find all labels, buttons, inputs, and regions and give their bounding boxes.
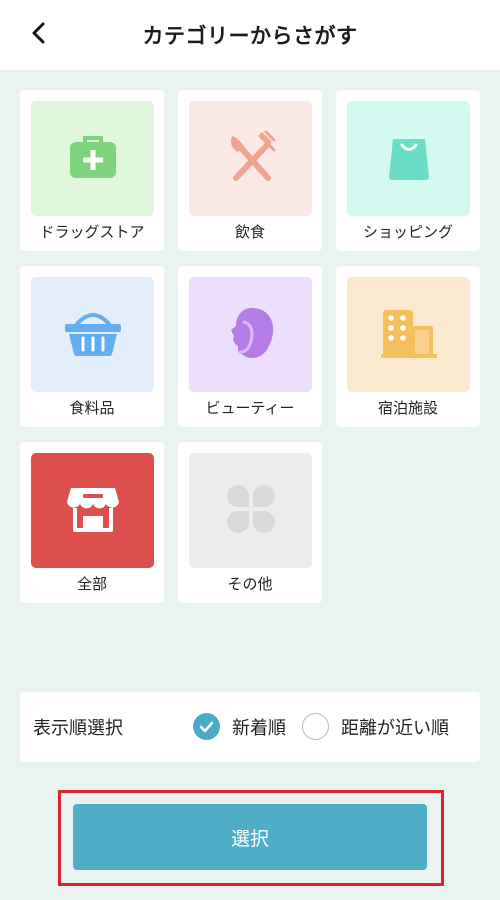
category-label: ショッピング <box>362 223 453 241</box>
category-card-groceries[interactable]: 食料品 <box>20 266 164 427</box>
hotel-building-icon <box>380 308 437 362</box>
category-card-drugstore[interactable]: ドラッグストア <box>20 90 164 251</box>
category-tile <box>347 277 470 392</box>
shopping-bag-icon <box>386 133 432 185</box>
category-card-accommodation[interactable]: 宿泊施設 <box>336 266 480 427</box>
page-title: カテゴリーからさがす <box>142 24 358 48</box>
category-tile <box>31 101 154 216</box>
medical-kit-icon <box>68 134 118 184</box>
category-card-other[interactable]: その他 <box>178 442 322 603</box>
category-card-food-drink[interactable]: 飲食 <box>178 90 322 251</box>
checkmark-icon <box>193 713 220 744</box>
category-label: 飲食 <box>234 223 265 241</box>
category-label: 食料品 <box>69 399 115 417</box>
category-tile <box>189 453 312 568</box>
category-tile <box>189 101 312 216</box>
sort-newest-radio[interactable] <box>193 713 220 740</box>
sort-nearest-radio[interactable] <box>302 713 329 740</box>
category-label: ドラッグストア <box>39 223 145 241</box>
beauty-face-icon <box>226 306 276 364</box>
category-label: ビューティー <box>205 399 295 417</box>
sort-newest-label[interactable]: 新着順 <box>232 714 286 740</box>
sort-nearest-label[interactable]: 距離が近い順 <box>341 714 449 740</box>
sort-order-label: 表示順選択 <box>33 718 123 739</box>
category-card-shopping[interactable]: ショッピング <box>336 90 480 251</box>
sort-order-panel: 表示順選択 新着順 距離が近い順 <box>20 692 480 762</box>
storefront-icon <box>66 484 119 538</box>
category-label: 宿泊施設 <box>377 399 438 417</box>
select-button[interactable]: 選択 <box>73 804 427 870</box>
category-tile <box>31 453 154 568</box>
category-label: その他 <box>227 575 273 593</box>
category-tile <box>31 277 154 392</box>
category-tile <box>189 277 312 392</box>
category-card-beauty[interactable]: ビューティー <box>178 266 322 427</box>
category-card-all[interactable]: 全部 <box>20 442 164 603</box>
category-tile <box>347 101 470 216</box>
header: カテゴリーからさがす <box>0 0 500 70</box>
fork-knife-icon <box>224 130 278 188</box>
basket-icon <box>63 308 123 362</box>
four-petal-icon <box>226 484 276 538</box>
category-label: 全部 <box>76 575 107 593</box>
